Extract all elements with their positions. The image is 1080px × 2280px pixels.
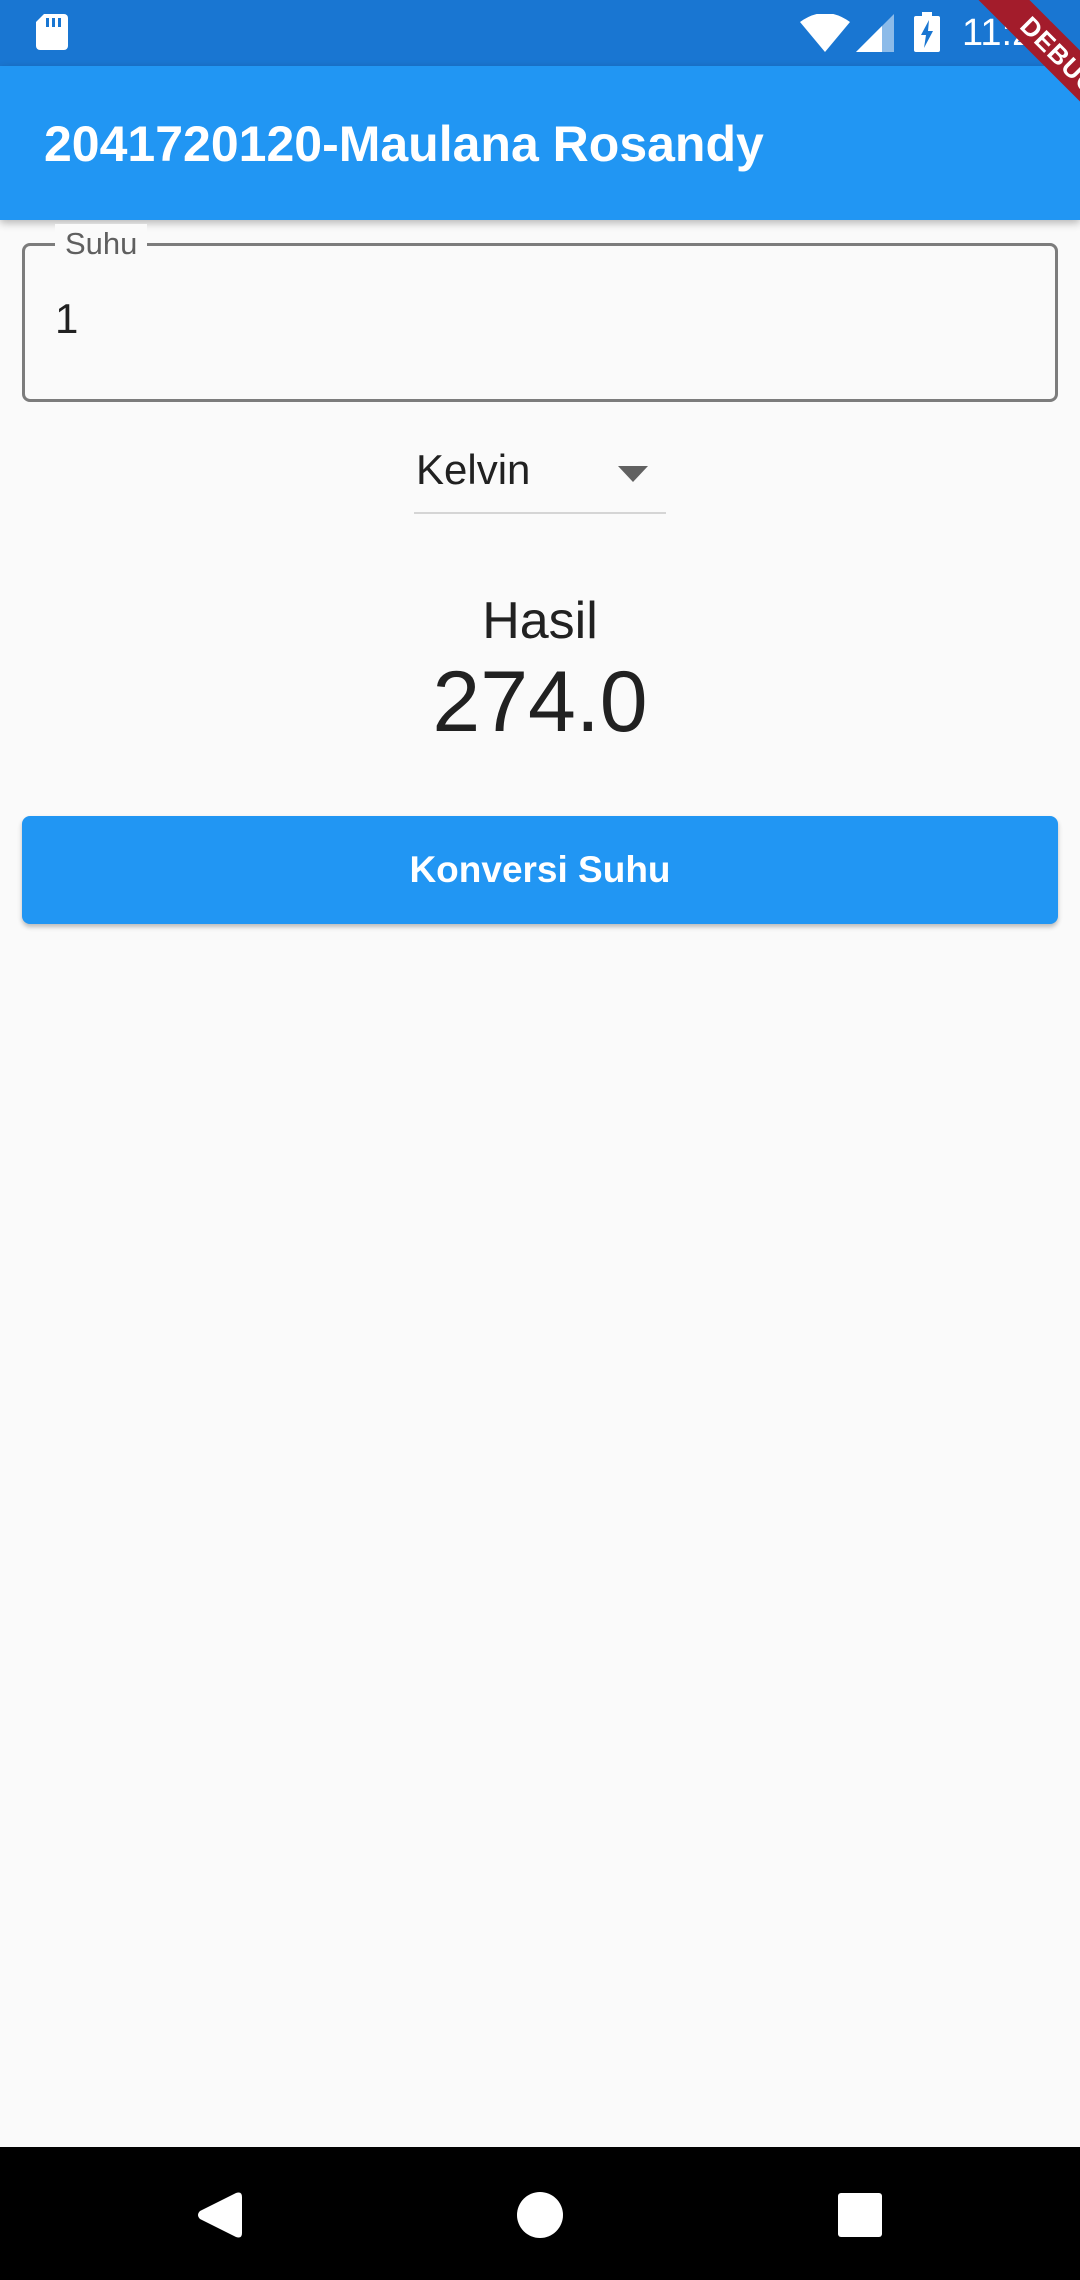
chevron-down-icon <box>618 466 648 482</box>
sd-card-icon <box>36 14 68 50</box>
status-time: 11:28 <box>962 12 1055 54</box>
recents-icon[interactable] <box>838 2193 882 2237</box>
status-bar: 11:28 <box>0 0 1080 66</box>
battery-charging-icon <box>914 12 940 52</box>
unit-dropdown[interactable]: Kelvin <box>414 438 666 514</box>
signal-icon <box>856 14 894 52</box>
wifi-icon <box>800 14 850 52</box>
temperature-field-value[interactable]: 1 <box>55 294 78 344</box>
app-bar: 2041720120-Maulana Rosandy <box>0 66 1080 220</box>
convert-button[interactable]: Konversi Suhu <box>22 816 1058 924</box>
unit-dropdown-value: Kelvin <box>416 446 531 493</box>
navigation-bar <box>0 2147 1080 2280</box>
result-label: Hasil <box>482 592 598 650</box>
home-icon[interactable] <box>516 2191 564 2239</box>
result-value: 274.0 <box>432 654 648 750</box>
temperature-field-label: Suhu <box>55 224 148 264</box>
app-title: 2041720120-Maulana Rosandy <box>44 116 764 172</box>
back-icon[interactable] <box>196 2191 242 2239</box>
temperature-field[interactable]: Suhu 1 <box>22 224 1058 402</box>
